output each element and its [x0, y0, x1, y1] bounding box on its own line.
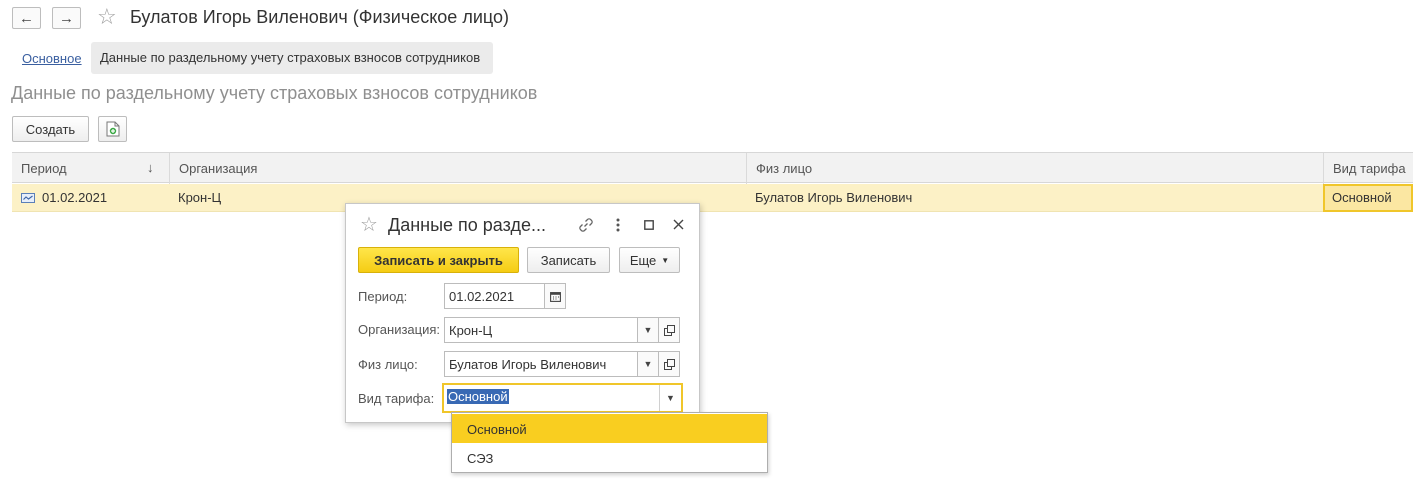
add-file-button[interactable]: [98, 116, 127, 142]
calendar-button[interactable]: [544, 283, 566, 309]
tariff-dropdown-list: Основной СЭЗ: [451, 412, 768, 473]
table-header: Период ↓ Организация Физ лицо Вид тарифа: [12, 152, 1413, 184]
organization-label: Организация:: [358, 322, 441, 337]
organization-field[interactable]: Крон-Ц: [444, 317, 638, 343]
table-row[interactable]: 01.02.2021 Крон-Ц Булатов Игорь Виленови…: [12, 184, 1413, 212]
column-tariff[interactable]: Вид тарифа: [1323, 153, 1413, 184]
person-label: Физ лицо:: [358, 357, 418, 372]
create-button[interactable]: Создать: [12, 116, 89, 142]
cell-tariff[interactable]: Основной: [1323, 184, 1413, 212]
caret-down-icon: ▼: [661, 255, 670, 265]
sort-desc-icon: ↓: [147, 160, 154, 175]
more-button[interactable]: Еще ▼: [619, 247, 680, 273]
period-field[interactable]: 01.02.2021: [444, 283, 545, 309]
arrow-right-icon: →: [59, 9, 74, 27]
maximize-icon[interactable]: [644, 220, 654, 230]
cell-person[interactable]: Булатов Игорь Виленович: [746, 184, 1323, 212]
more-vertical-icon[interactable]: [616, 218, 620, 232]
dialog-title: Данные по разде...: [388, 215, 546, 235]
tab-insurance-data[interactable]: Данные по раздельному учету страховых вз…: [91, 42, 493, 74]
open-form-icon: [663, 358, 675, 370]
back-button[interactable]: ←: [12, 7, 41, 29]
section-title: Данные по раздельному учету страховых вз…: [11, 83, 538, 103]
favorite-star-icon[interactable]: ☆: [97, 6, 117, 28]
person-dropdown-button[interactable]: ▼: [637, 351, 659, 377]
forward-button[interactable]: →: [52, 7, 81, 29]
calendar-icon: [549, 291, 561, 302]
dropdown-option-main[interactable]: Основной: [452, 414, 767, 443]
open-form-icon: [663, 324, 675, 336]
edit-dialog: ☆ Данные по разде... Записать и закрыть …: [345, 203, 700, 423]
tariff-dropdown-button[interactable]: ▼: [659, 385, 681, 411]
column-organization[interactable]: Организация: [169, 153, 746, 184]
caret-down-icon: ▼: [643, 325, 653, 335]
page-title: Булатов Игорь Виленович (Физическое лицо…: [130, 7, 509, 27]
dropdown-option-sez[interactable]: СЭЗ: [452, 443, 767, 472]
tab-main[interactable]: Основное: [22, 51, 82, 66]
column-period[interactable]: Период ↓: [12, 153, 169, 184]
save-and-close-button[interactable]: Записать и закрыть: [358, 247, 519, 273]
arrow-left-icon: ←: [19, 9, 34, 27]
organization-open-button[interactable]: [658, 317, 680, 343]
add-document-icon: [106, 121, 119, 137]
column-person[interactable]: Физ лицо: [746, 153, 1323, 184]
tariff-label: Вид тарифа:: [358, 391, 435, 406]
save-button[interactable]: Записать: [527, 247, 610, 273]
close-icon[interactable]: [673, 219, 684, 230]
dialog-favorite-star-icon[interactable]: ☆: [360, 215, 378, 235]
column-period-label: Период: [21, 161, 67, 176]
cell-period-value: 01.02.2021: [42, 190, 108, 205]
caret-down-icon: ▼: [643, 359, 653, 369]
record-icon: [21, 193, 35, 203]
more-button-label: Еще: [629, 252, 657, 268]
person-open-button[interactable]: [658, 351, 680, 377]
cell-period[interactable]: 01.02.2021: [12, 184, 169, 212]
tariff-field[interactable]: Основной ▼: [442, 383, 683, 413]
link-icon[interactable]: [578, 217, 594, 233]
person-field[interactable]: Булатов Игорь Виленович: [444, 351, 638, 377]
tariff-field-value: Основной: [447, 389, 509, 404]
organization-dropdown-button[interactable]: ▼: [637, 317, 659, 343]
period-label: Период:: [358, 289, 408, 304]
